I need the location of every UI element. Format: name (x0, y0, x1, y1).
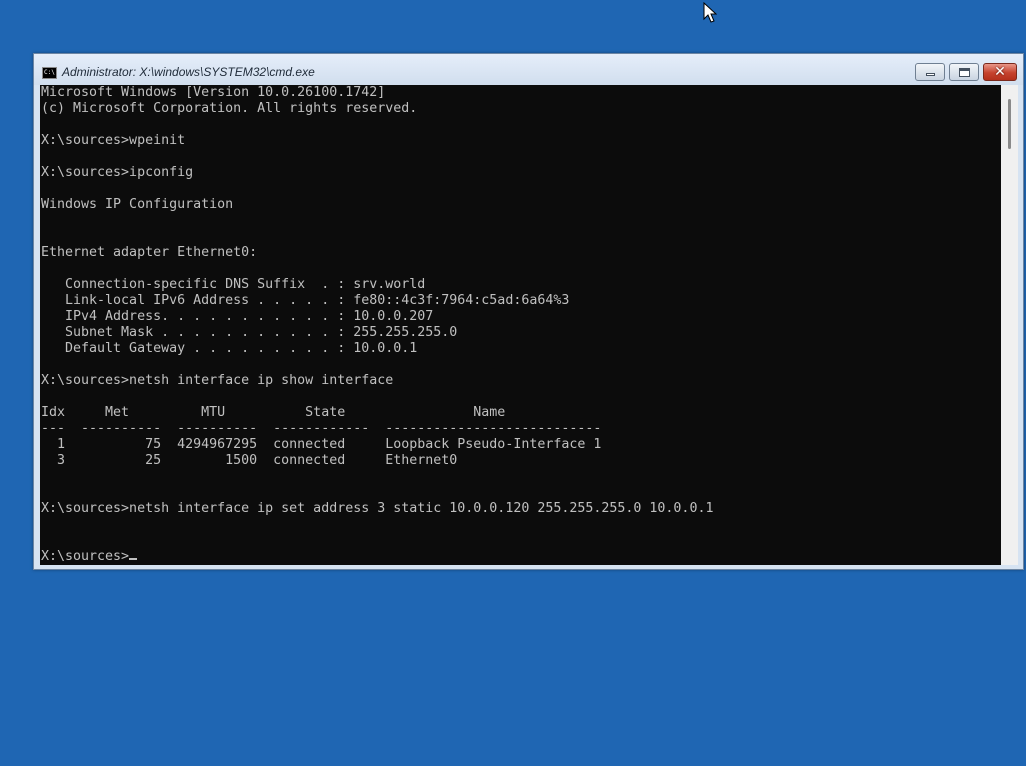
text-caret (129, 558, 138, 560)
window-title: Administrator: X:\windows\SYSTEM32\cmd.e… (62, 65, 315, 79)
vertical-scrollbar[interactable] (1001, 85, 1018, 565)
console-lines: Microsoft Windows [Version 10.0.26100.17… (41, 85, 713, 516)
maximize-icon (959, 68, 970, 77)
console-line: Microsoft Windows [Version 10.0.26100.17… (41, 85, 386, 100)
console-line: Idx Met MTU State Name (41, 405, 506, 420)
console-line: Ethernet adapter Ethernet0: (41, 245, 258, 260)
console-line: X:\sources>wpeinit (41, 133, 186, 148)
console-line: X:\sources>netsh interface ip set addres… (41, 501, 714, 516)
console-text: Microsoft Windows [Version 10.0.26100.17… (41, 85, 713, 565)
close-icon: ✕ (994, 64, 1006, 80)
console-line: Connection-specific DNS Suffix . : srv.w… (41, 277, 426, 292)
console-line: Default Gateway . . . . . . . . . : 10.0… (41, 341, 418, 356)
scrollbar-thumb[interactable] (1008, 99, 1011, 149)
mouse-cursor-icon (703, 2, 717, 23)
console-line: X:\sources>ipconfig (41, 165, 194, 180)
console-line: 1 75 4294967295 connected Loopback Pseud… (41, 437, 602, 452)
title-bar[interactable]: C:\ Administrator: X:\windows\SYSTEM32\c… (34, 54, 1023, 85)
console-line: (c) Microsoft Corporation. All rights re… (41, 101, 418, 116)
cmd-icon: C:\ (42, 67, 57, 79)
maximize-button[interactable] (949, 63, 979, 81)
console-line: Windows IP Configuration (41, 197, 234, 212)
console-line: X:\sources>netsh interface ip show inter… (41, 373, 394, 388)
close-button[interactable]: ✕ (983, 63, 1017, 81)
console-output[interactable]: Microsoft Windows [Version 10.0.26100.17… (40, 85, 1001, 565)
minimize-icon (926, 73, 935, 76)
console-line: Link-local IPv6 Address . . . . . : fe80… (41, 293, 570, 308)
console-line: Subnet Mask . . . . . . . . . . . : 255.… (41, 325, 458, 340)
minimize-button[interactable] (915, 63, 945, 81)
command-prompt[interactable]: X:\sources> (41, 549, 129, 564)
console-line: IPv4 Address. . . . . . . . . . . : 10.0… (41, 309, 434, 324)
console-line: 3 25 1500 connected Ethernet0 (41, 453, 458, 468)
console-line: --- ---------- ---------- ------------ -… (41, 421, 602, 436)
cmd-window[interactable]: C:\ Administrator: X:\windows\SYSTEM32\c… (33, 53, 1024, 570)
